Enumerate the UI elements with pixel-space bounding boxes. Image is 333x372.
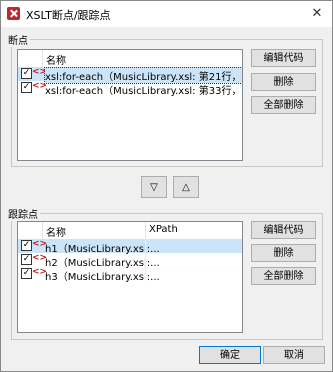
close-button[interactable]: ✕: [302, 1, 332, 27]
tracepoint-checkbox[interactable]: ✓: [21, 268, 32, 279]
breakpoint-name: xsl:for-each（MusicLibrary.xsl: 第33行，第25列…: [45, 86, 242, 97]
column-header-name[interactable]: 名称: [46, 224, 66, 239]
tracepoints-delete-all-button[interactable]: 全部删除: [251, 267, 316, 285]
column-separator: [42, 222, 43, 239]
tracepoints-list-header: 名称 XPath: [18, 222, 242, 240]
tracepoint-name: h3（MusicLibrary.xsl:...: [45, 272, 160, 283]
breakpoint-checkbox[interactable]: ✓: [21, 82, 32, 93]
breakpoints-label: 断点: [6, 32, 30, 47]
tracepoint-checkbox[interactable]: ✓: [21, 254, 32, 265]
tracepoints-list[interactable]: 名称 XPath ✓ <> h1（MusicLibrary.xsl:... ✓ …: [17, 221, 243, 333]
tracepoints-delete-button[interactable]: 删除: [251, 244, 316, 262]
app-icon: [7, 7, 20, 20]
cancel-button[interactable]: 取消: [263, 346, 325, 364]
column-header-name[interactable]: 名称: [46, 52, 66, 67]
move-down-button[interactable]: ▽: [141, 176, 167, 198]
tracepoint-row[interactable]: ✓ <> h1（MusicLibrary.xsl:...: [18, 239, 242, 255]
breakpoints-list-header: 名称: [18, 50, 242, 68]
column-separator: [145, 239, 146, 281]
breakpoint-checkbox[interactable]: ✓: [21, 68, 32, 79]
breakpoints-delete-all-button[interactable]: 全部删除: [251, 96, 316, 114]
title-bar: XSLT断点/跟踪点 ✕: [1, 1, 332, 27]
breakpoints-list[interactable]: 名称 ✓ <> xsl:for-each（MusicLibrary.xsl: 第…: [17, 49, 243, 161]
breakpoints-delete-button[interactable]: 删除: [251, 73, 316, 91]
xslt-breakpoints-dialog: XSLT断点/跟踪点 ✕ 断点 名称 ✓ <> xsl:for-each（Mus…: [0, 0, 333, 372]
tracepoint-row[interactable]: ✓ <> h2（MusicLibrary.xsl:...: [18, 253, 242, 269]
tracepoints-label: 跟踪点: [6, 206, 40, 221]
column-separator: [42, 50, 43, 67]
move-up-button[interactable]: △: [173, 176, 199, 198]
tracepoint-checkbox[interactable]: ✓: [21, 240, 32, 251]
breakpoint-row[interactable]: ✓ <> xsl:for-each（MusicLibrary.xsl: 第33行…: [18, 81, 242, 97]
ok-button[interactable]: 确定: [199, 346, 261, 364]
window-title: XSLT断点/跟踪点: [26, 9, 111, 22]
column-header-xpath[interactable]: XPath: [149, 224, 178, 235]
column-separator: [145, 222, 146, 239]
tracepoint-row[interactable]: ✓ <> h3（MusicLibrary.xsl:...: [18, 267, 242, 283]
breakpoints-edit-code-button[interactable]: 编辑代码: [251, 49, 316, 67]
breakpoint-row[interactable]: ✓ <> xsl:for-each（MusicLibrary.xsl: 第21行…: [18, 67, 242, 84]
tracepoints-edit-code-button[interactable]: 编辑代码: [251, 221, 316, 239]
